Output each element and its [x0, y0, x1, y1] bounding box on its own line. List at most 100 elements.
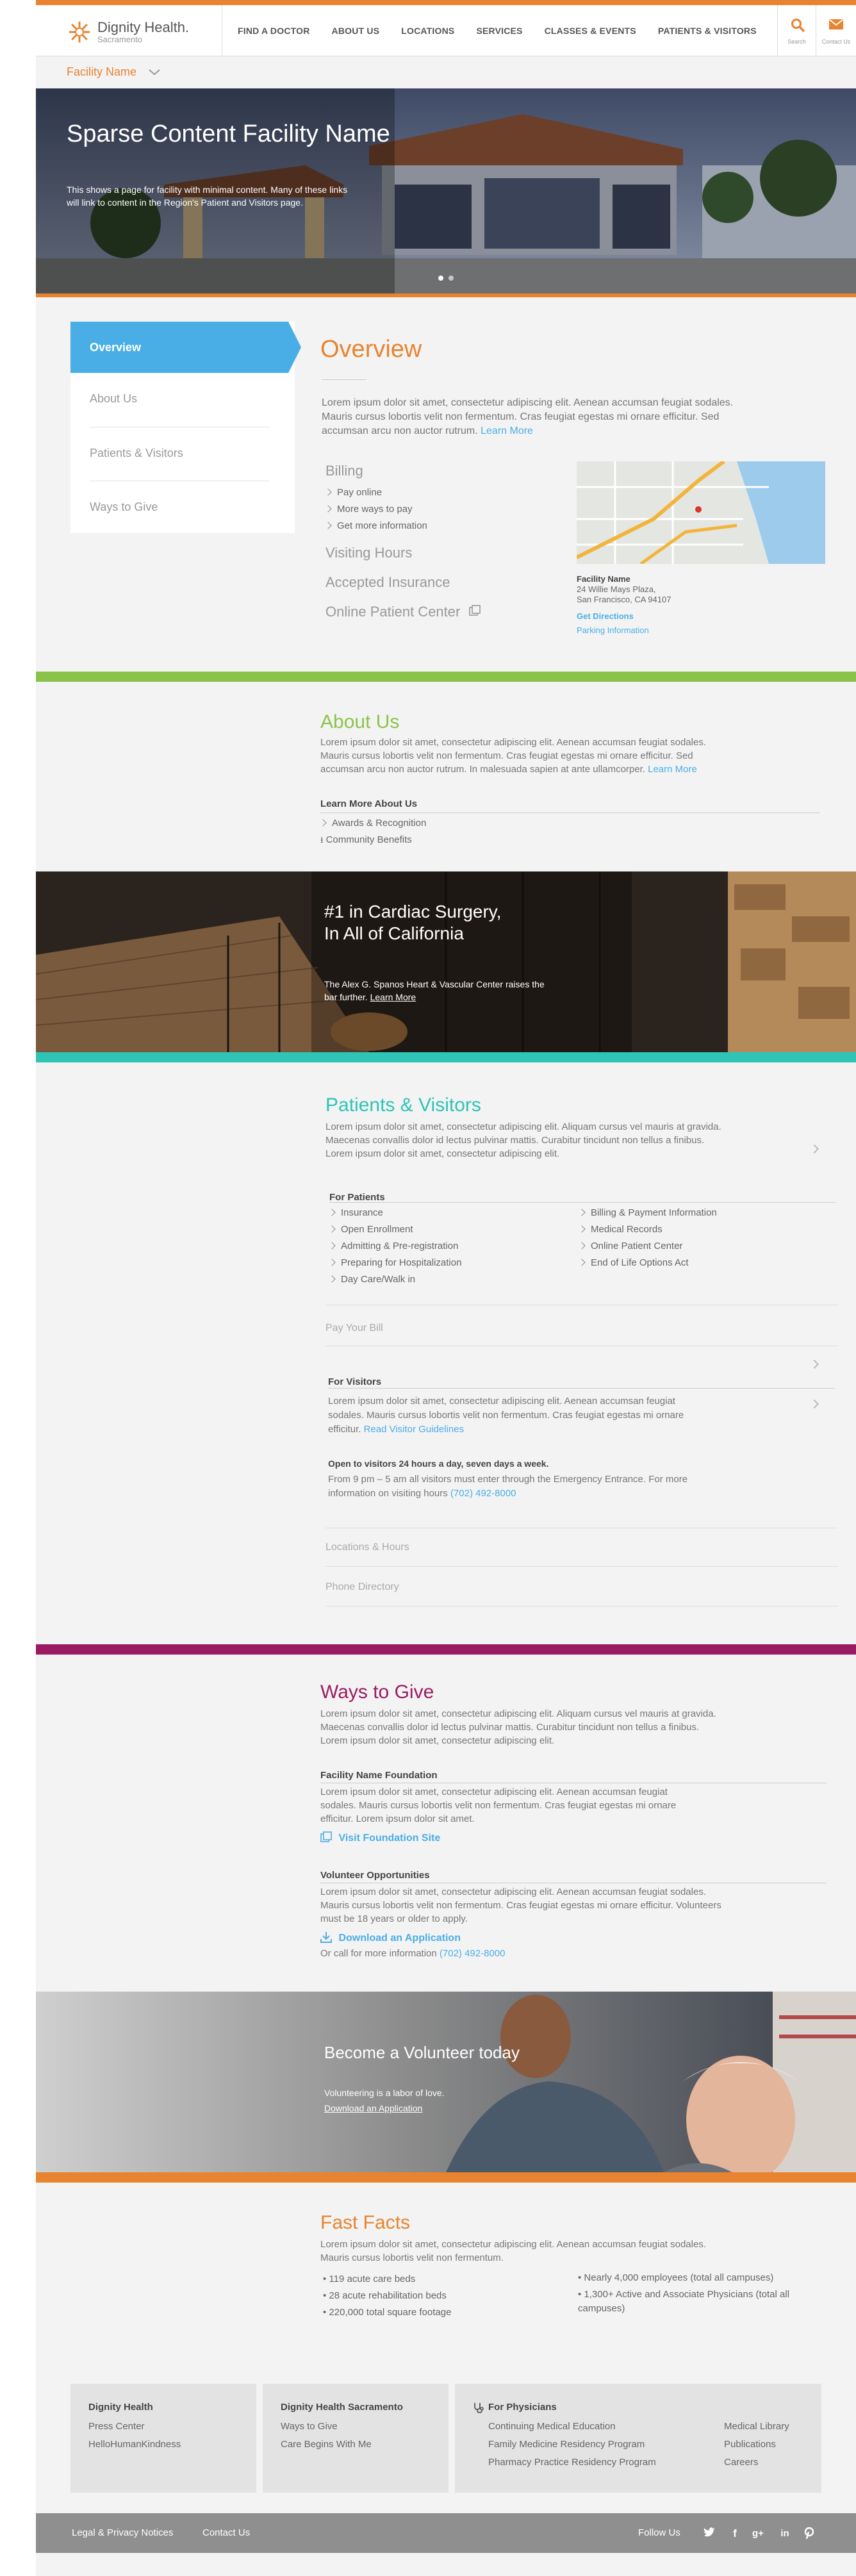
ways-phone-link[interactable]: (702) 492-8000: [440, 1948, 506, 1959]
legal-link[interactable]: Legal & Privacy Notices: [72, 2527, 173, 2538]
chevron-right-icon[interactable]: [809, 1144, 819, 1154]
brand-name: Dignity Health.: [97, 19, 190, 35]
patients-link[interactable]: Medical Records: [578, 1221, 717, 1238]
footer-box-sacramento: Dignity Health Sacramento Ways to Give C…: [263, 2384, 449, 2493]
active-arrow: [288, 322, 301, 373]
overview-text: Lorem ipsum dolor sit amet, consectetur …: [322, 396, 738, 438]
chevron-right-icon[interactable]: [809, 1359, 819, 1369]
chevron-right-icon: [319, 819, 327, 827]
chevron-down-icon: [149, 69, 160, 76]
side-item-ways-to-give[interactable]: Ways to Give: [90, 481, 269, 534]
google-plus-icon[interactable]: g+: [751, 2527, 765, 2541]
locations-hours-link[interactable]: Locations & Hours: [325, 1542, 409, 1553]
nav-classes-events[interactable]: CLASSES & EVENTS: [545, 26, 636, 36]
carousel-dot-1[interactable]: [438, 276, 443, 281]
patients-link[interactable]: Admitting & Pre-registration: [328, 1238, 461, 1255]
patients-link[interactable]: Day Care/Walk in: [328, 1271, 461, 1288]
volunteer-download-link[interactable]: Download an Application: [324, 2103, 422, 2113]
press-center-link[interactable]: Press Center: [88, 2421, 145, 2432]
nav-locations[interactable]: LOCATIONS: [401, 26, 454, 36]
chevron-right-icon: [328, 1259, 336, 1266]
chevron-right-icon: [328, 1275, 336, 1283]
volunteer-image: [36, 1992, 856, 2172]
visiting-hours-link[interactable]: Visiting Hours: [325, 545, 412, 561]
physician-link[interactable]: Publications: [724, 2439, 776, 2450]
linkedin-icon[interactable]: in: [778, 2527, 792, 2541]
learn-more-about-title: Learn More About Us: [320, 798, 418, 809]
nav-about-us[interactable]: ABOUT US: [332, 26, 380, 36]
facility-dropdown[interactable]: Facility Name: [67, 65, 160, 79]
billing-title[interactable]: Billing: [325, 463, 363, 479]
visit-foundation-link[interactable]: Visit Foundation Site: [320, 1831, 440, 1844]
external-link-icon: [469, 605, 481, 616]
physician-link[interactable]: Careers: [724, 2457, 758, 2468]
online-patient-center-link[interactable]: Online Patient Center: [325, 604, 481, 620]
patients-link[interactable]: Preparing for Hospitalization: [328, 1255, 461, 1271]
nav-services[interactable]: SERVICES: [476, 26, 522, 36]
chevron-right-icon[interactable]: [809, 1399, 819, 1409]
cardiac-title-line-2: In All of California: [324, 923, 464, 943]
parking-info-link[interactable]: Parking Information: [577, 625, 671, 636]
facts-col-1: • 119 acute care beds • 28 acute rehabil…: [323, 2271, 451, 2321]
contact-button[interactable]: Contact Us: [816, 5, 856, 56]
billing-link-pay-online[interactable]: Pay online: [324, 484, 427, 501]
visitor-guidelines-link[interactable]: Read Visitor Guidelines: [364, 1424, 464, 1435]
ways-to-give-link[interactable]: Ways to Give: [281, 2421, 338, 2432]
patients-link[interactable]: End of Life Options Act: [578, 1255, 717, 1271]
awards-link[interactable]: Awards & Recognition: [319, 815, 426, 832]
facts-col-2: • Nearly 4,000 employees (total all camp…: [578, 2271, 821, 2316]
pay-your-bill-link[interactable]: Pay Your Bill: [325, 1323, 383, 1334]
fact-item: • Nearly 4,000 employees (total all camp…: [578, 2272, 774, 2283]
footer-bar: Legal & Privacy Notices Contact Us Follo…: [36, 2513, 856, 2553]
envelope-icon: [829, 19, 843, 29]
patients-link[interactable]: Billing & Payment Information: [578, 1205, 717, 1221]
fact-item: • 28 acute rehabilitation beds: [323, 2290, 447, 2301]
pinterest-icon[interactable]: [802, 2527, 816, 2541]
map-image: [577, 461, 825, 564]
contact-link[interactable]: Contact Us: [202, 2527, 250, 2538]
nav-find-a-doctor[interactable]: FIND A DOCTOR: [238, 26, 310, 36]
visitors-divider: [328, 1388, 834, 1389]
physician-link[interactable]: Continuing Medical Education: [488, 2421, 615, 2432]
logo[interactable]: Dignity Health. Sacramento: [68, 19, 189, 45]
download-application-label: Download an Application: [338, 1933, 461, 1944]
billing-link-more-ways[interactable]: More ways to pay: [324, 501, 427, 518]
for-visitors-title: For Visitors: [328, 1376, 382, 1387]
about-section: [36, 682, 856, 871]
visitors-text: Lorem ipsum dolor sit amet, consectetur …: [328, 1394, 693, 1437]
community-benefits-link[interactable]: ⭳ Community Benefits: [320, 832, 426, 848]
get-directions-link[interactable]: Get Directions: [577, 611, 671, 622]
cardiac-learn-more-link[interactable]: Learn More: [370, 992, 416, 1002]
patients-link[interactable]: Open Enrollment: [328, 1221, 461, 1238]
phone-directory-link[interactable]: Phone Directory: [325, 1581, 399, 1593]
side-item-patients-visitors[interactable]: Patients & Visitors: [90, 427, 269, 481]
search-button[interactable]: Search: [777, 5, 816, 56]
download-icon: [320, 1932, 332, 1943]
nav-patients-visitors[interactable]: PATIENTS & VISITORS: [658, 26, 757, 36]
patients-link[interactable]: Insurance: [328, 1205, 461, 1221]
billing-link-more-info[interactable]: Get more information: [324, 518, 427, 534]
download-application-link[interactable]: Download an Application: [320, 1931, 461, 1944]
facts-text: Lorem ipsum dolor sit amet, consectetur …: [320, 2239, 706, 2263]
about-text: Lorem ipsum dolor sit amet, consectetur …: [320, 736, 730, 776]
facebook-icon[interactable]: f: [728, 2527, 742, 2541]
patients-link[interactable]: Online Patient Center: [578, 1238, 717, 1255]
accepted-insurance-link[interactable]: Accepted Insurance: [325, 574, 450, 591]
care-begins-link[interactable]: Care Begins With Me: [281, 2439, 372, 2450]
twitter-icon[interactable]: [702, 2527, 716, 2541]
hours-text: From 9 pm – 5 am all visitors must enter…: [328, 1473, 700, 1501]
physician-link[interactable]: Medical Library: [724, 2421, 789, 2432]
physician-link[interactable]: Pharmacy Practice Residency Program: [488, 2457, 656, 2468]
physician-link[interactable]: Family Medicine Residency Program: [488, 2439, 645, 2450]
side-menu-active-item[interactable]: Overview: [70, 322, 301, 373]
carousel-dot-2[interactable]: [449, 276, 454, 281]
side-item-about-us[interactable]: About Us: [90, 373, 269, 427]
billing-links: Pay online More ways to pay Get more inf…: [324, 484, 427, 534]
location-map[interactable]: [577, 461, 825, 564]
overview-learn-more-link[interactable]: Learn More: [481, 425, 533, 436]
visiting-phone-link[interactable]: (702) 492-8000: [450, 1488, 516, 1499]
foundation-title: Facility Name Foundation: [320, 1770, 438, 1781]
hellohumankindness-link[interactable]: HelloHumanKindness: [88, 2439, 181, 2450]
patients-title: Patients & Visitors: [325, 1094, 481, 1116]
about-learn-more-link[interactable]: Learn More: [648, 764, 697, 775]
